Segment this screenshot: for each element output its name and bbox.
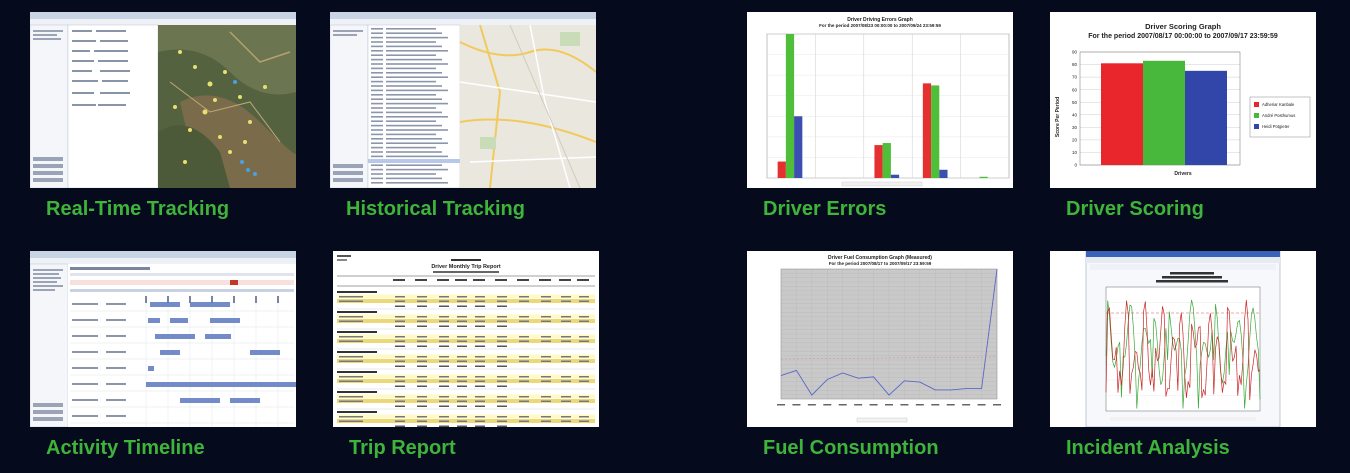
fuel-x-tick <box>838 404 847 406</box>
fuel-x-tick <box>962 404 971 406</box>
timeline-activity-block <box>170 318 188 323</box>
scoring-bar <box>1143 60 1185 165</box>
fuel-x-tick <box>823 404 832 406</box>
error-bar <box>794 116 803 178</box>
scoring-y-tick: 80 <box>1072 62 1078 67</box>
fuel-x-tick <box>900 404 909 406</box>
scoring-y-tick: 90 <box>1072 50 1078 55</box>
fuel-x-tick <box>777 404 785 406</box>
driver-scoring-thumbnail[interactable]: Driver Scoring Graph For the period 2007… <box>1050 12 1316 188</box>
timeline-activity-block <box>150 302 180 307</box>
scoring-y-label: Score Per Period <box>1055 97 1061 137</box>
timeline-activity-block <box>190 302 230 307</box>
trip-report-thumbnail[interactable]: Driver Monthly Trip Report <box>333 251 599 427</box>
historical-tracking-thumbnail[interactable] <box>330 12 596 188</box>
scoring-bar <box>1101 63 1143 165</box>
error-bar <box>939 169 948 178</box>
legend-swatch <box>1254 102 1259 107</box>
fuel-x-tick <box>931 404 940 406</box>
timeline-activity-block <box>155 334 195 339</box>
timeline-activity-block <box>148 366 154 371</box>
scoring-y-tick: 60 <box>1072 87 1078 92</box>
scoring-x-label: Drivers <box>1174 171 1191 177</box>
timeline-activity-block <box>180 398 220 403</box>
scoring-bar <box>1185 70 1227 165</box>
legend-swatch <box>1254 113 1259 118</box>
driver-errors-thumbnail[interactable]: Driver Driving Errors Graph For the peri… <box>747 12 1013 188</box>
errors-legend <box>841 181 923 187</box>
real-time-tracking-thumbnail[interactable] <box>30 12 296 188</box>
error-bar <box>979 176 988 178</box>
error-bar <box>931 85 940 178</box>
scoring-chart-title: Driver Scoring Graph <box>1145 22 1221 31</box>
error-bar <box>874 145 883 178</box>
fuel-x-tick <box>946 404 955 406</box>
error-bar <box>922 83 932 178</box>
timeline-activity-block <box>146 382 296 387</box>
timeline-activity-block <box>205 334 231 339</box>
incident-legend <box>1110 417 1256 421</box>
scoring-y-tick: 40 <box>1072 112 1078 117</box>
tile-caption[interactable]: Driver Errors <box>763 198 886 221</box>
fuel-x-tick <box>869 404 878 406</box>
timeline-activity-block <box>250 350 280 355</box>
tile-caption[interactable]: Historical Tracking <box>346 198 525 221</box>
scoring-y-tick: 50 <box>1072 100 1078 105</box>
legend-swatch <box>1254 124 1259 129</box>
tile-caption[interactable]: Activity Timeline <box>46 437 205 460</box>
tile-caption[interactable]: Driver Scoring <box>1066 198 1204 221</box>
fuel-x-tick <box>993 404 1001 406</box>
tile-caption[interactable]: Real-Time Tracking <box>46 198 229 221</box>
fuel-x-tick <box>792 404 801 406</box>
scoring-y-tick: 20 <box>1072 137 1078 142</box>
legend-label: Heidi Potgieter <box>1262 124 1290 129</box>
errors-chart-subtitle: For the period 2007/08/23 00:00:00 to 20… <box>819 23 941 28</box>
legend-label: Adheriar Kanbale <box>1262 102 1295 107</box>
fuel-legend <box>856 417 908 423</box>
tile-caption[interactable]: Trip Report <box>349 437 456 460</box>
incident-analysis-thumbnail[interactable] <box>1050 251 1316 427</box>
error-bar <box>882 143 891 178</box>
scoring-y-tick: 70 <box>1072 75 1078 80</box>
timeline-activity-block <box>230 398 260 403</box>
error-bar <box>890 174 900 178</box>
scoring-y-tick: 10 <box>1072 150 1078 155</box>
tile-caption[interactable]: Incident Analysis <box>1066 437 1230 460</box>
fuel-x-tick <box>885 404 893 406</box>
fuel-x-tick <box>915 404 924 406</box>
timeline-activity-block <box>210 318 240 323</box>
trip-report-title: Driver Monthly Trip Report <box>431 264 501 270</box>
scoring-chart-subtitle: For the period 2007/08/17 00:00:00 to 20… <box>1088 33 1278 40</box>
legend-label: André Posthumus <box>1262 113 1295 118</box>
fuel-consumption-thumbnail[interactable]: Driver Fuel Consumption Graph (Measured)… <box>747 251 1013 427</box>
fuel-x-tick <box>977 404 986 406</box>
error-bar <box>785 34 795 178</box>
tile-caption[interactable]: Fuel Consumption <box>763 437 939 460</box>
fuel-x-tick <box>854 404 863 406</box>
error-bar <box>777 161 786 178</box>
scoring-y-tick: 30 <box>1072 125 1078 130</box>
timeline-activity-block <box>148 318 160 323</box>
activity-timeline-thumbnail[interactable] <box>30 251 296 427</box>
fuel-chart-subtitle: For the period 2007/08/17 to 2007/09/17 … <box>829 261 932 266</box>
fuel-x-tick <box>807 404 816 406</box>
timeline-activity-block <box>160 350 180 355</box>
